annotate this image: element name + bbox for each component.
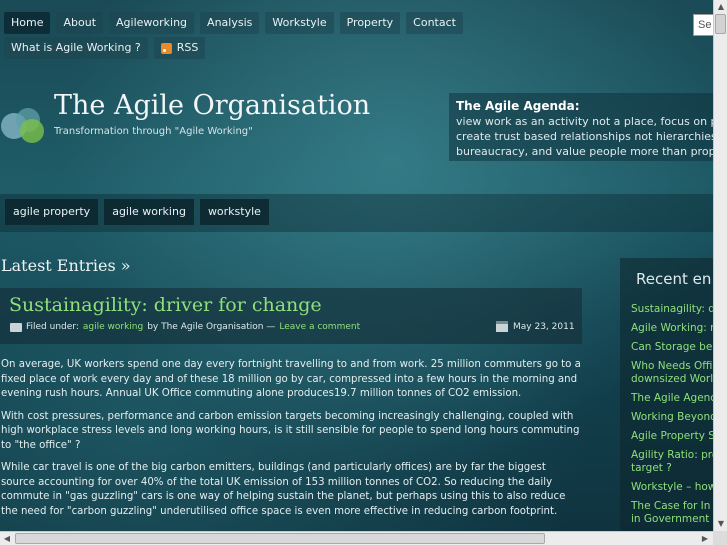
rss-icon xyxy=(160,42,172,54)
calendar-icon xyxy=(496,321,508,332)
rss-link[interactable]: RSS xyxy=(153,37,206,59)
agenda-title: The Agile Agenda: xyxy=(456,99,580,113)
site-tagline: Transformation through "Agile Working" xyxy=(54,126,253,137)
post-meta: Filed under: agile working by The Agile … xyxy=(10,322,360,332)
nav-workstyle[interactable]: Workstyle xyxy=(265,12,334,34)
nav-agileworking[interactable]: Agileworking xyxy=(109,12,195,34)
folder-icon xyxy=(10,322,22,332)
tag-workstyle[interactable]: workstyle xyxy=(199,199,269,225)
horizontal-scrollbar[interactable]: ◀ ▶ xyxy=(0,531,713,545)
main-navigation: Home About Agileworking Analysis Worksty… xyxy=(4,12,463,34)
scroll-left-icon[interactable]: ◀ xyxy=(0,532,14,545)
recent-entry-link[interactable]: Sustainagility: d xyxy=(631,303,713,316)
filed-under-label: Filed under: xyxy=(26,322,79,332)
scroll-down-icon[interactable]: ▼ xyxy=(714,517,727,531)
agenda-line: view work as an activity not a place, fo… xyxy=(456,115,713,128)
post-date: May 23, 2011 xyxy=(496,321,575,332)
scroll-right-icon[interactable]: ▶ xyxy=(698,532,712,545)
scroll-up-icon[interactable]: ▲ xyxy=(714,0,727,14)
tag-navigation: agile property agile working workstyle xyxy=(5,199,269,225)
nav-home[interactable]: Home xyxy=(4,12,51,34)
scrollbar-corner xyxy=(713,531,727,545)
agenda-line: create trust based relationships not hie… xyxy=(456,130,713,143)
site-title[interactable]: The Agile Organisation xyxy=(54,90,370,121)
tag-agile-property[interactable]: agile property xyxy=(5,199,99,225)
post-title[interactable]: Sustainagility: driver for change xyxy=(9,294,322,316)
rss-label: RSS xyxy=(176,41,199,54)
recent-entry-link[interactable]: Agile Working: m xyxy=(631,322,713,335)
recent-entry-link[interactable]: Workstyle – how xyxy=(631,481,713,494)
nav-about[interactable]: About xyxy=(56,12,104,34)
leave-comment-link[interactable]: Leave a comment xyxy=(279,322,360,332)
recent-entries-title: Recent en xyxy=(636,270,712,288)
nav-analysis[interactable]: Analysis xyxy=(200,12,260,34)
latest-entries-heading[interactable]: Latest Entries » xyxy=(1,256,131,275)
author-text: by The Agile Organisation — xyxy=(147,322,276,332)
recent-entry-link[interactable]: Working Beyond xyxy=(631,411,713,424)
site-logo-icon xyxy=(1,108,44,143)
horizontal-scroll-thumb[interactable] xyxy=(15,533,545,544)
sub-navigation: What is Agile Working ? RSS xyxy=(4,37,206,59)
nav-property[interactable]: Property xyxy=(339,12,401,34)
page-viewport: Home About Agileworking Analysis Worksty… xyxy=(0,0,713,531)
nav-contact[interactable]: Contact xyxy=(406,12,463,34)
recent-entry-link[interactable]: The Agile Agenc xyxy=(631,392,713,405)
post-paragraph: While car travel is one of the big carbo… xyxy=(1,462,566,517)
recent-entry-link[interactable]: Agile Property S xyxy=(631,430,713,443)
post-date-text: May 23, 2011 xyxy=(513,321,575,332)
agenda-box: The Agile Agenda: view work as an activi… xyxy=(449,93,713,161)
tag-agile-working[interactable]: agile working xyxy=(104,199,194,225)
post-paragraph: With cost pressures, performance and car… xyxy=(1,410,580,451)
recent-entry-link[interactable]: The Case for In in Government xyxy=(631,500,713,526)
post-body: On average, UK workers spend one day eve… xyxy=(1,358,581,527)
vertical-scroll-thumb[interactable] xyxy=(715,14,726,34)
category-link[interactable]: agile working xyxy=(83,322,143,332)
agenda-line: bureaucracy, and value people more than … xyxy=(456,145,713,158)
recent-entry-link[interactable]: Can Storage be xyxy=(631,341,713,354)
recent-entries-list: Sustainagility: d Agile Working: m Can S… xyxy=(631,303,713,531)
vertical-scrollbar[interactable]: ▲ ▼ xyxy=(713,0,727,531)
nav-what-is-agile-working[interactable]: What is Agile Working ? xyxy=(4,37,148,59)
recent-entry-link[interactable]: Agility Ratio: pro target ? xyxy=(631,449,713,475)
recent-entry-link[interactable]: Who Needs Offi downsized World xyxy=(631,360,713,386)
post-paragraph: On average, UK workers spend one day eve… xyxy=(1,359,581,399)
